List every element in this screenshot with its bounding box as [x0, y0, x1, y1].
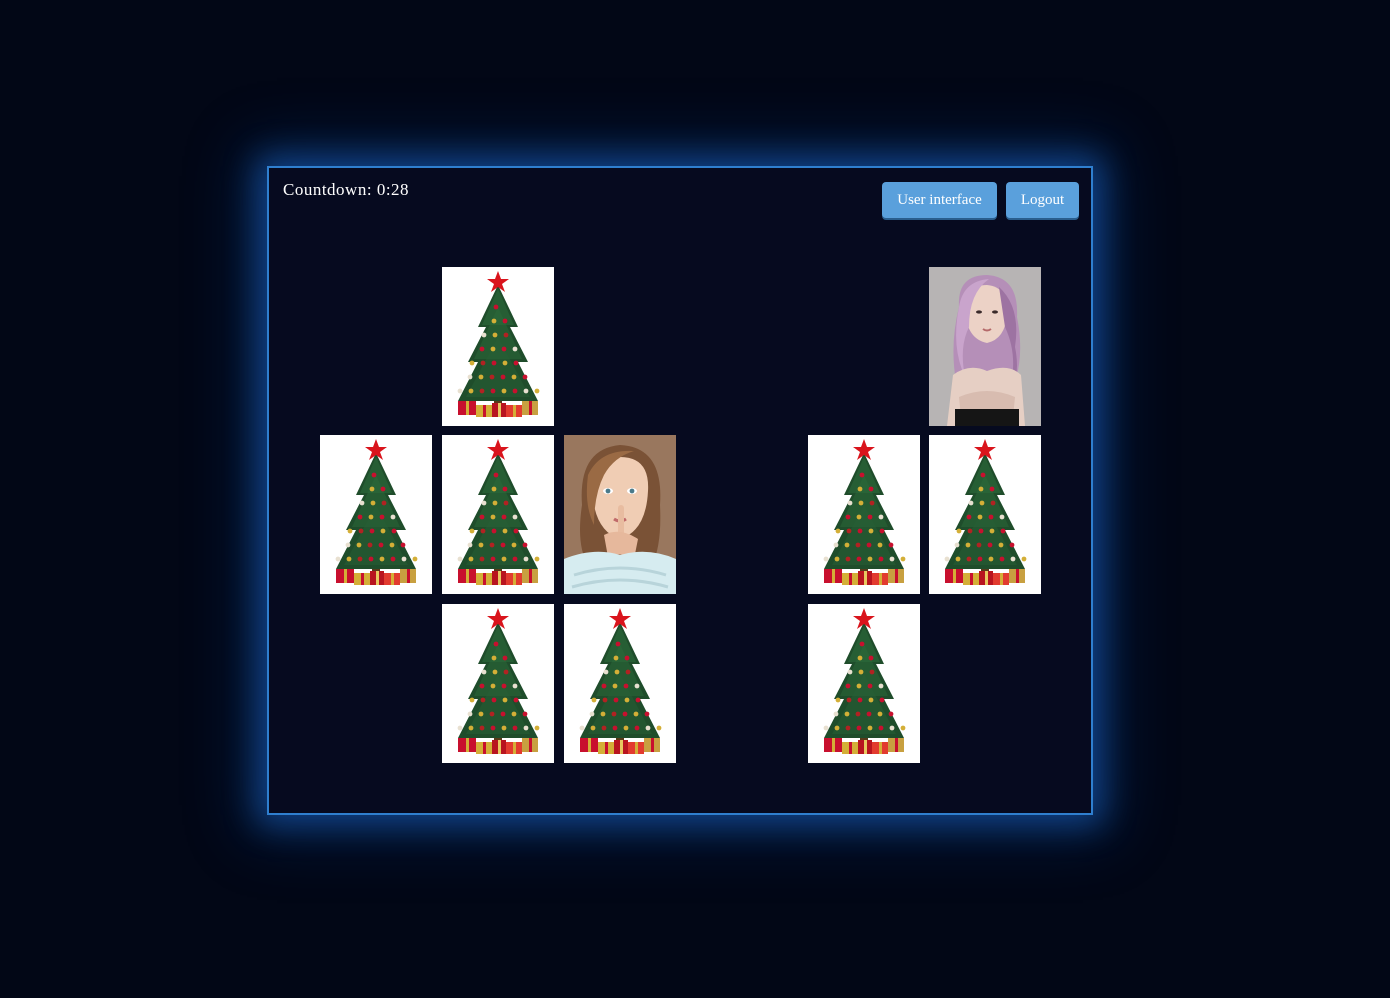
- christmas-tree-card[interactable]: [564, 604, 676, 763]
- christmas-tree-image: [808, 435, 920, 594]
- portrait-image: [564, 435, 676, 594]
- portrait-card[interactable]: [564, 435, 676, 594]
- christmas-tree-card[interactable]: [929, 435, 1041, 594]
- christmas-tree-image: [442, 435, 554, 594]
- christmas-tree-image: [564, 604, 676, 763]
- countdown-label: Countdown:: [283, 180, 373, 199]
- user-interface-button[interactable]: User interface: [882, 182, 997, 218]
- portrait-card[interactable]: [929, 267, 1041, 426]
- countdown-timer: Countdown: 0:28: [283, 180, 409, 200]
- christmas-tree-image: [808, 604, 920, 763]
- christmas-tree-card[interactable]: [442, 435, 554, 594]
- christmas-tree-image: [320, 435, 432, 594]
- christmas-tree-card[interactable]: [320, 435, 432, 594]
- christmas-tree-card[interactable]: [442, 604, 554, 763]
- christmas-tree-image: [929, 435, 1041, 594]
- christmas-tree-card[interactable]: [808, 604, 920, 763]
- portrait-image: [929, 267, 1041, 426]
- christmas-tree-card[interactable]: [808, 435, 920, 594]
- christmas-tree-image: [442, 604, 554, 763]
- game-panel: Countdown: 0:28 User interface Logout: [267, 166, 1093, 815]
- christmas-tree-image: [442, 267, 554, 426]
- logout-button[interactable]: Logout: [1006, 182, 1079, 218]
- countdown-value: 0:28: [376, 180, 410, 199]
- christmas-tree-card[interactable]: [442, 267, 554, 426]
